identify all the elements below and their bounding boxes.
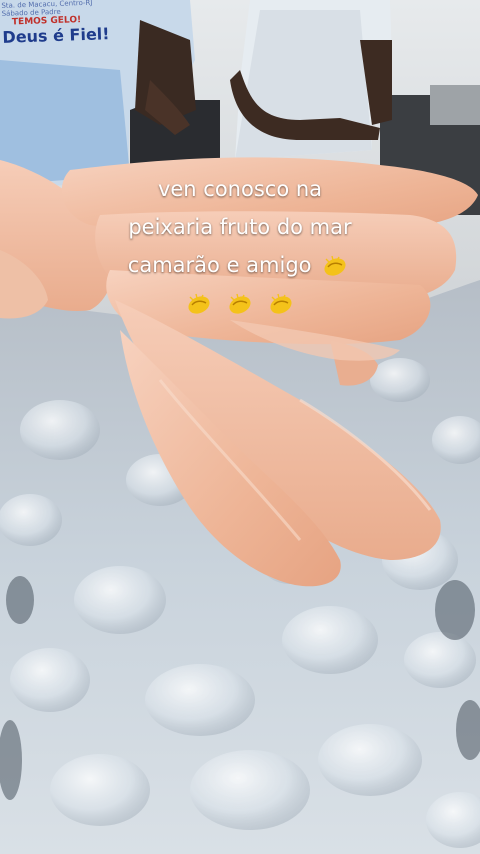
- clapping-hands-icon: [186, 293, 212, 315]
- story-caption: ven conosco na peixaria fruto do mar cam…: [0, 170, 480, 322]
- caption-line-2: peixaria fruto do mar: [128, 215, 352, 239]
- caption-line-3: camarão e amigo: [127, 253, 312, 277]
- caption-line-1: ven conosco na: [157, 177, 323, 201]
- clapping-hands-icon: [322, 255, 348, 277]
- caption-emoji-row: [0, 284, 480, 322]
- story-frame: Sta. de Macacu, Centro-RJ Sábado de Padr…: [0, 0, 480, 854]
- photo-scene: [0, 0, 480, 854]
- worker-right: [230, 0, 392, 160]
- shirt-slogan: Deus é Fiel!: [2, 24, 110, 47]
- shirt-print: Sta. de Macacu, Centro-RJ Sábado de Padr…: [1, 0, 110, 47]
- caption-line-3-row: camarão e amigo: [0, 246, 480, 284]
- clapping-hands-icon: [227, 293, 253, 315]
- clapping-hands-icon: [268, 293, 294, 315]
